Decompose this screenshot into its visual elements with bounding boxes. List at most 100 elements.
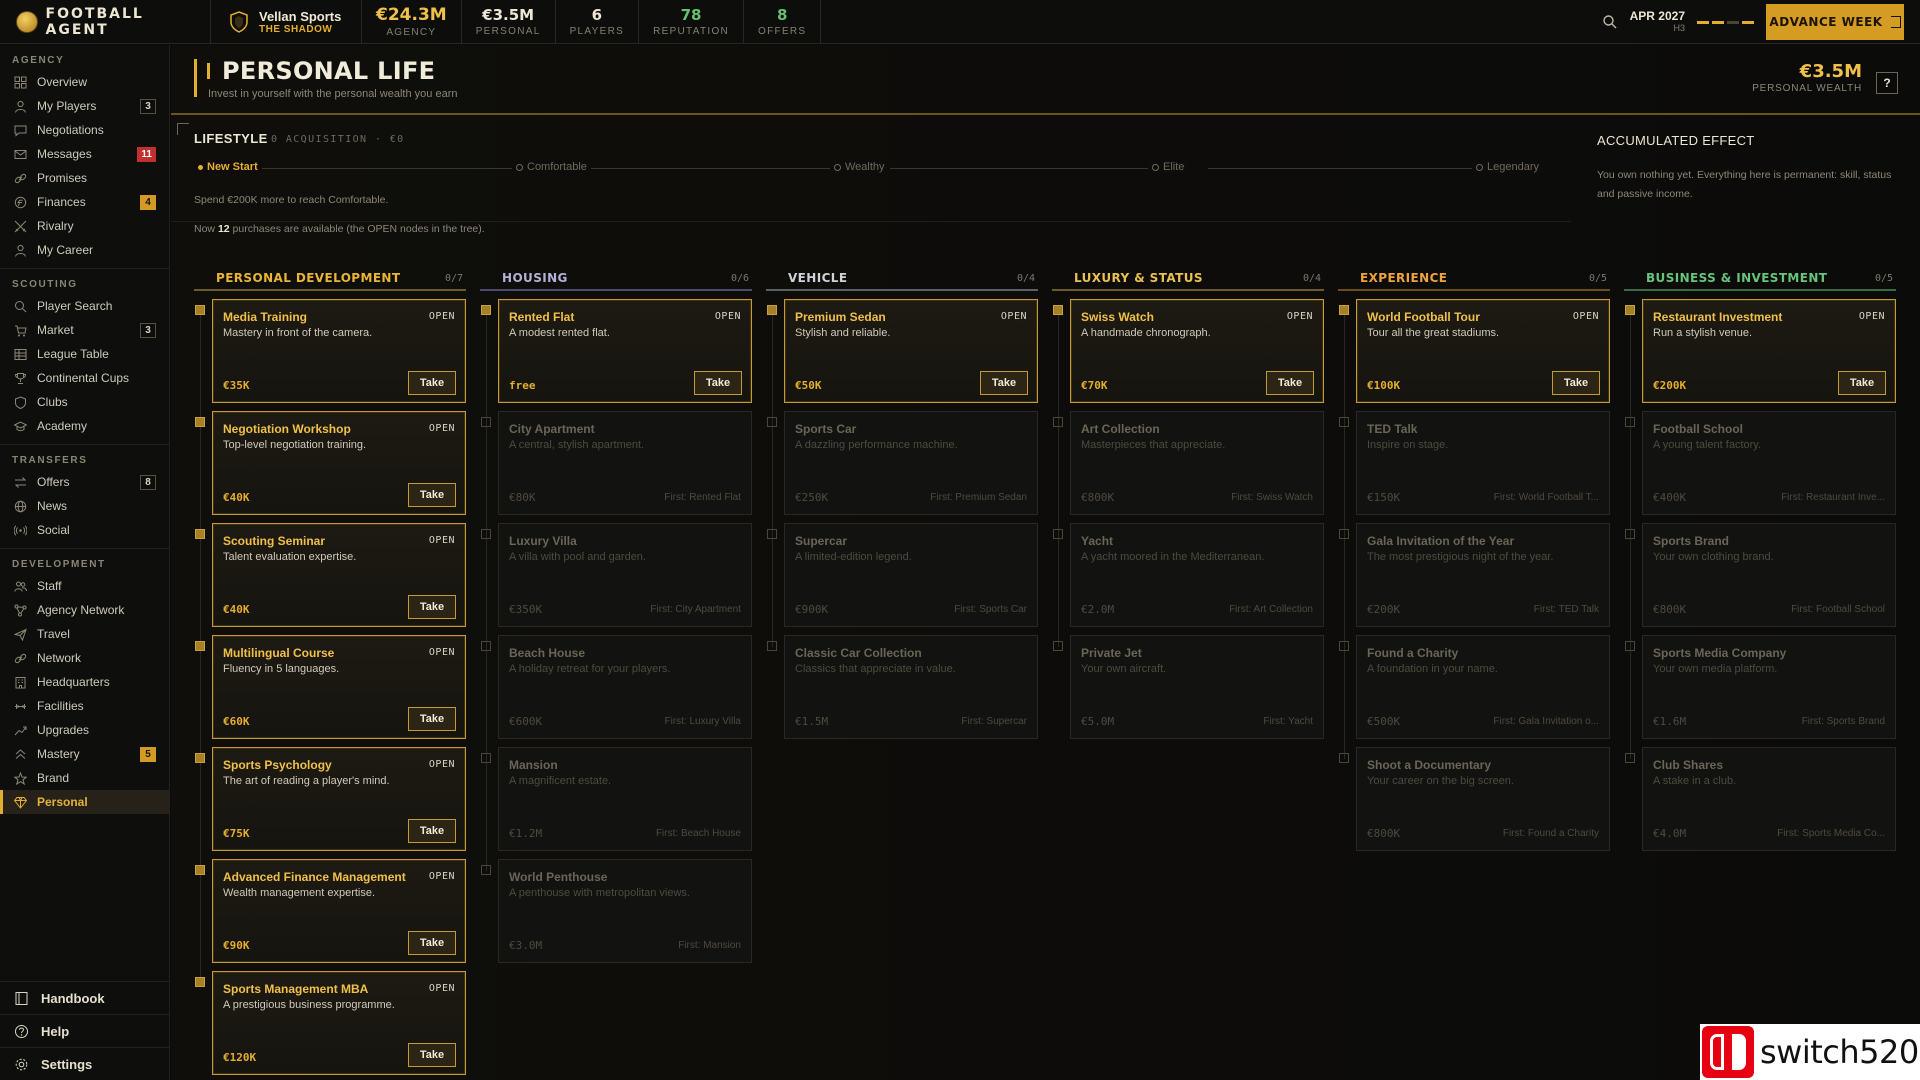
sidebar-item-label: Offers	[37, 475, 70, 489]
lifestyle-node[interactable]: Scouting Seminar Talent evaluation expert…	[194, 523, 466, 627]
app-brand[interactable]: FOOTBALL AGENT	[0, 0, 210, 43]
take-button[interactable]: Take	[408, 819, 456, 843]
node-description: A central, stylish apartment.	[509, 439, 645, 451]
sidebar-item-offers[interactable]: Offers 8	[0, 470, 169, 494]
sidebar-item-mastery[interactable]: Mastery 5	[0, 742, 169, 766]
sidebar-item-league-table[interactable]: League Table	[0, 342, 169, 366]
node-card[interactable]: World Football Tour Tour all the great st…	[1356, 299, 1610, 403]
sidebar-item-clubs[interactable]: Clubs	[0, 390, 169, 414]
node-description: Inspire on stage.	[1367, 439, 1449, 451]
sidebar-item-messages[interactable]: Messages 11	[0, 142, 169, 166]
node-card[interactable]: Scouting Seminar Talent evaluation expert…	[212, 523, 466, 627]
sidebar-item-my-career[interactable]: My Career	[0, 238, 169, 262]
node-card: Yacht A yacht moored in the Mediterranean…	[1070, 523, 1324, 627]
node-card[interactable]: Negotiation Workshop Top-level negotiatio…	[212, 411, 466, 515]
take-button[interactable]: Take	[1266, 371, 1314, 395]
lifestyle-node[interactable]: Swiss Watch A handmade chronograph. €70K OP…	[1052, 299, 1324, 403]
node-card[interactable]: Swiss Watch A handmade chronograph. €70K OP…	[1070, 299, 1324, 403]
node-price: €5.0M	[1081, 715, 1115, 728]
node-card[interactable]: Media Training Mastery in front of the ca…	[212, 299, 466, 403]
sidebar-item-my-players[interactable]: My Players 3	[0, 94, 169, 118]
take-button[interactable]: Take	[408, 931, 456, 955]
star-icon	[14, 771, 27, 785]
sidebar-item-finances[interactable]: Finances 4	[0, 190, 169, 214]
advance-week-button[interactable]: ADVANCE WEEK	[1766, 4, 1904, 40]
stat-personal[interactable]: €3.5M PERSONAL	[462, 0, 556, 43]
stat-reputation[interactable]: 78 REPUTATION	[639, 0, 745, 43]
lifestyle-node[interactable]: World Football Tour Tour all the great st…	[1338, 299, 1610, 403]
take-button[interactable]: Take	[408, 371, 456, 395]
take-button[interactable]: Take	[408, 707, 456, 731]
sidebar-item-negotiations[interactable]: Negotiations	[0, 118, 169, 142]
node-description: Tour all the great stadiums.	[1367, 327, 1500, 339]
mail-icon	[14, 149, 27, 159]
lifestyle-node[interactable]: Media Training Mastery in front of the ca…	[194, 299, 466, 403]
sidebar-handbook-button[interactable]: Handbook	[0, 981, 169, 1014]
sidebar-item-social[interactable]: Social	[0, 518, 169, 542]
open-tag: OPEN	[428, 647, 455, 658]
agency-badge[interactable]: Vellan Sports THE SHADOW	[210, 0, 362, 43]
stat-players[interactable]: 6 PLAYERS	[556, 0, 640, 43]
sidebar-item-headquarters[interactable]: Headquarters	[0, 670, 169, 694]
week-segment	[1727, 20, 1739, 24]
sidebar-item-rivalry[interactable]: Rivalry	[0, 214, 169, 238]
stage-label: Legendary	[1487, 161, 1539, 173]
football-logo-icon	[16, 10, 38, 33]
stat-offers[interactable]: 8 OFFERS	[744, 0, 822, 43]
lifestyle-node[interactable]: Advanced Finance Management Wealth manage…	[194, 859, 466, 963]
take-button[interactable]: Take	[694, 371, 742, 395]
node-checkbox	[481, 305, 491, 315]
sidebar-settings-button[interactable]: Settings	[0, 1047, 169, 1080]
take-button[interactable]: Take	[1552, 371, 1600, 395]
node-card[interactable]: Rented Flat A modest rented flat. free OPEN…	[498, 299, 752, 403]
sidebar-item-player-search[interactable]: Player Search	[0, 294, 169, 318]
lifestyle-node[interactable]: Sports Psychology The art of reading a pl…	[194, 747, 466, 851]
sidebar-item-news[interactable]: News	[0, 494, 169, 518]
sidebar-item-staff[interactable]: Staff	[0, 574, 169, 598]
take-button[interactable]: Take	[980, 371, 1028, 395]
node-card[interactable]: Restaurant Investment Run a stylish venue…	[1642, 299, 1896, 403]
sidebar-bottom: Handbook Help Settings	[0, 981, 169, 1080]
sidebar-item-brand[interactable]: Brand	[0, 766, 169, 790]
stage-dot-icon	[1152, 163, 1159, 171]
lifestyle-node[interactable]: Multilingual Course Fluency in 5 language…	[194, 635, 466, 739]
lifestyle-node[interactable]: Sports Management MBA A prestigious busin…	[194, 971, 466, 1075]
sidebar-item-network[interactable]: Network	[0, 646, 169, 670]
node-description: Your career on the big screen.	[1367, 775, 1514, 787]
help-button[interactable]: ?	[1876, 72, 1898, 94]
take-button[interactable]: Take	[408, 1043, 456, 1067]
sidebar-item-travel[interactable]: Travel	[0, 622, 169, 646]
node-card[interactable]: Advanced Finance Management Wealth manage…	[212, 859, 466, 963]
lifestyle-node[interactable]: Restaurant Investment Run a stylish venue…	[1624, 299, 1896, 403]
sidebar-help-button[interactable]: Help	[0, 1014, 169, 1047]
sidebar-item-academy[interactable]: Academy	[0, 414, 169, 438]
sidebar-item-overview[interactable]: Overview	[0, 70, 169, 94]
count-badge: 4	[140, 194, 156, 210]
sidebar-item-promises[interactable]: Promises	[0, 166, 169, 190]
sidebar-item-market[interactable]: Market 3	[0, 318, 169, 342]
node-card[interactable]: Multilingual Course Fluency in 5 language…	[212, 635, 466, 739]
lifestyle-node[interactable]: Premium Sedan Stylish and reliable. €50K OP…	[766, 299, 1038, 403]
lifestyle-node[interactable]: Negotiation Workshop Top-level negotiatio…	[194, 411, 466, 515]
take-button[interactable]: Take	[408, 483, 456, 507]
node-title: World Penthouse	[509, 870, 608, 884]
node-card[interactable]: Sports Management MBA A prestigious busin…	[212, 971, 466, 1075]
take-button[interactable]: Take	[1838, 371, 1886, 395]
lifestyle-node: Supercar A limited-edition legend. €900K Fi…	[766, 523, 1038, 627]
search-icon[interactable]	[1602, 14, 1618, 30]
sidebar-item-personal[interactable]: Personal	[0, 790, 169, 814]
sidebar-item-upgrades[interactable]: Upgrades	[0, 718, 169, 742]
stat-agency[interactable]: €24.3M AGENCY	[362, 0, 462, 43]
take-button[interactable]: Take	[408, 595, 456, 619]
node-price: €500K	[1367, 715, 1401, 728]
chat-icon	[14, 125, 27, 137]
sidebar-item-agency-network[interactable]: Agency Network	[0, 598, 169, 622]
node-card[interactable]: Premium Sedan Stylish and reliable. €50K OP…	[784, 299, 1038, 403]
lifestyle-node: Found a Charity A foundation in your name…	[1338, 635, 1610, 739]
lifestyle-node[interactable]: Rented Flat A modest rented flat. free OPEN…	[480, 299, 752, 403]
node-price: €90K	[223, 939, 250, 952]
node-card[interactable]: Sports Psychology The art of reading a pl…	[212, 747, 466, 851]
node-requirement: First: Beach House	[655, 828, 741, 839]
sidebar-item-continental-cups[interactable]: Continental Cups	[0, 366, 169, 390]
sidebar-item-facilities[interactable]: Facilities	[0, 694, 169, 718]
